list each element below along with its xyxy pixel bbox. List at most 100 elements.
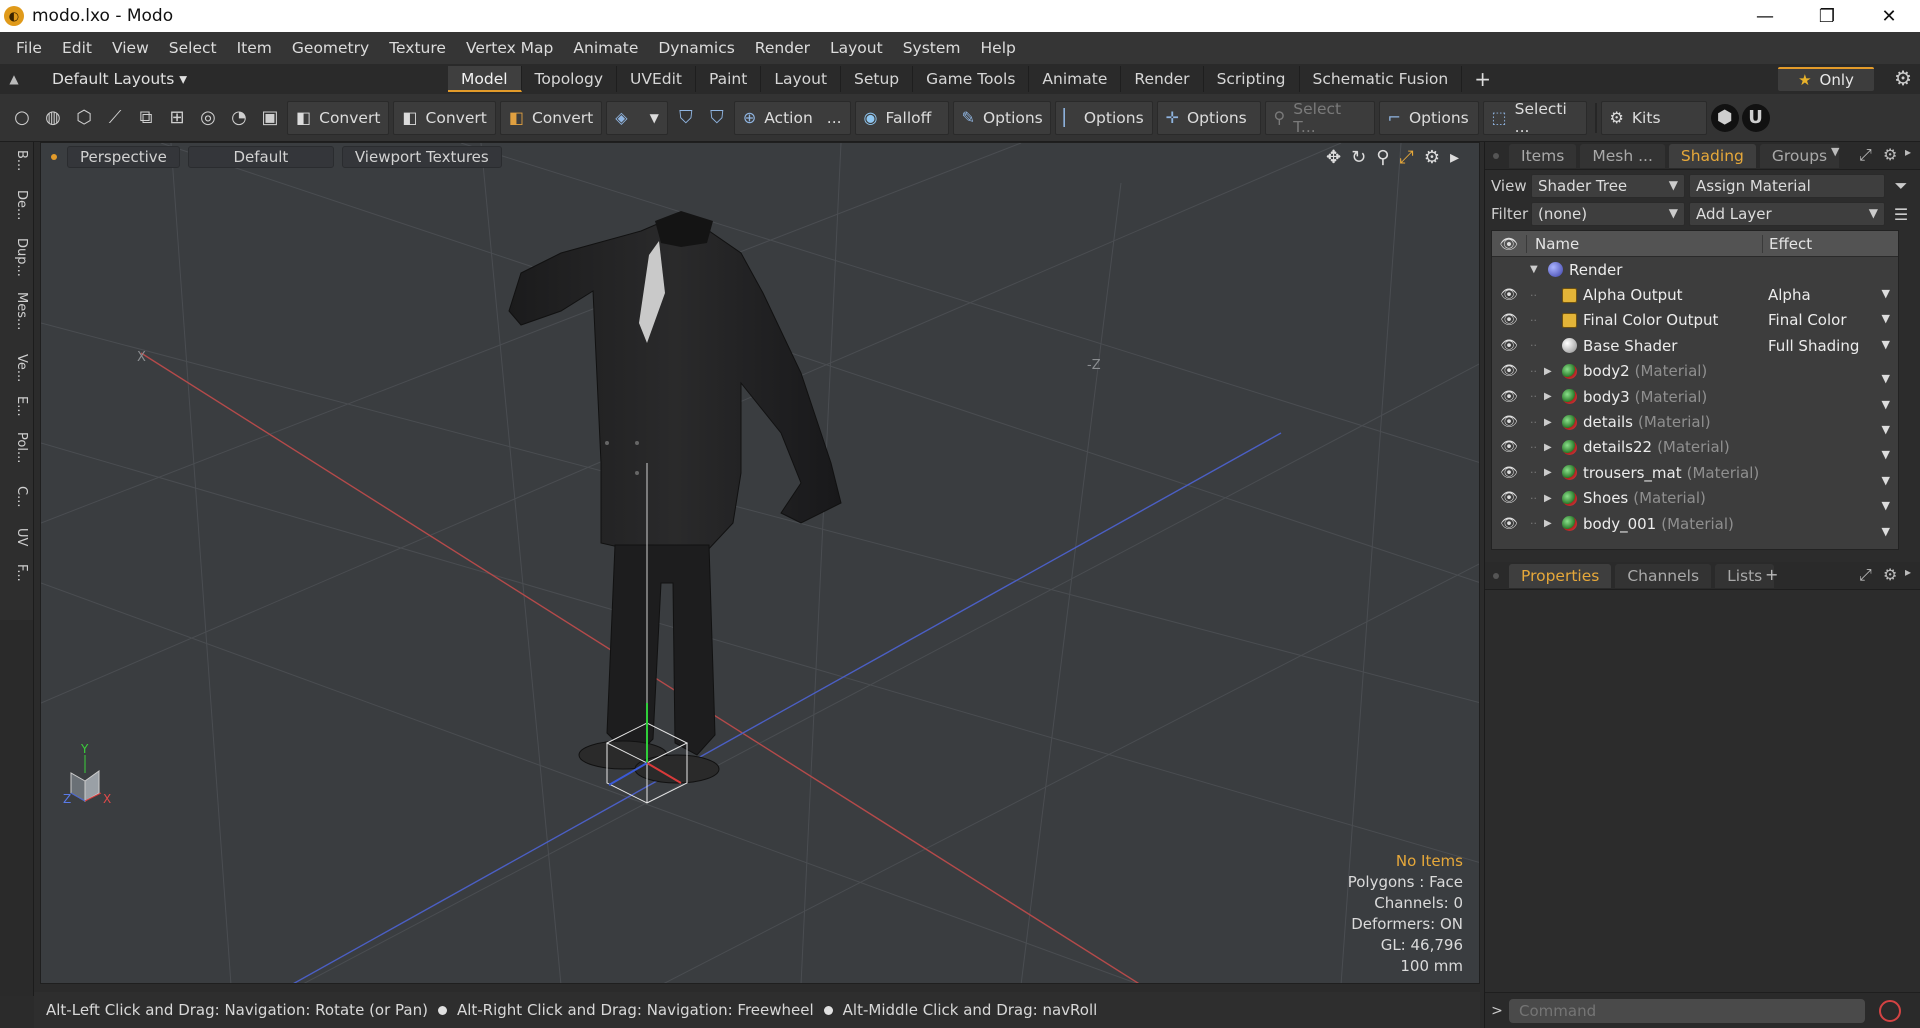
panel-menu-dot[interactable]	[1493, 572, 1499, 579]
vtab-deform[interactable]: De...	[5, 190, 29, 220]
action-center-button[interactable]: ⊕ Action...	[733, 100, 851, 135]
vtab-vertex[interactable]: Ve...	[5, 354, 29, 382]
panel-arrow-icon[interactable]: ▸	[1905, 565, 1911, 579]
close-button[interactable]: ✕	[1858, 0, 1920, 32]
menu-geometry[interactable]: Geometry	[282, 39, 379, 57]
shader-tree-row[interactable]: 👁 ·· ▶ details22 (Material) ▼	[1492, 435, 1898, 461]
vtab-edge[interactable]: E...	[5, 396, 29, 417]
tab-render[interactable]: Render	[1121, 66, 1204, 92]
vtab-polygon[interactable]: Pol...	[5, 432, 29, 463]
visibility-eye-icon[interactable]: 👁	[1492, 465, 1526, 481]
minimize-button[interactable]: —	[1734, 0, 1796, 32]
falloff-button[interactable]: ◉ Falloff	[854, 100, 949, 135]
tab-mesh[interactable]: Mesh ...	[1580, 143, 1665, 168]
tab-groups[interactable]: Groups	[1759, 143, 1840, 168]
visibility-eye-icon[interactable]: 👁	[1492, 414, 1526, 430]
name-column-header[interactable]: Name	[1526, 234, 1762, 253]
shader-tree-row[interactable]: 👁 ·· ▶ body3 (Material) ▼	[1492, 384, 1898, 411]
filter-funnel-icon[interactable]: ⏷	[1889, 174, 1913, 198]
unity-icon[interactable]: ⬢	[1710, 103, 1739, 132]
visibility-eye-icon[interactable]: 👁	[1492, 312, 1526, 328]
shader-tree-row[interactable]: 👁 ·· Base Shader Full Shading ▼	[1492, 333, 1898, 358]
viewport-menu-dot[interactable]	[51, 154, 57, 160]
shield-alt-icon[interactable]: ⛉	[703, 104, 731, 132]
select-polygons-icon[interactable]: ⬡	[70, 104, 98, 132]
vtab-fusion[interactable]: F...	[5, 564, 29, 582]
tab-channels[interactable]: Channels	[1615, 563, 1712, 588]
panel-gear-icon[interactable]: ⚙	[1883, 145, 1897, 164]
maximize-icon[interactable]: ⤢	[1859, 565, 1872, 585]
shader-tree-row[interactable]: 👁 ·· Final Color Output Final Color ▼	[1492, 308, 1898, 333]
convert-button-2[interactable]: ◧ Convert	[393, 100, 496, 135]
assign-material-button[interactable]: Assign Material	[1689, 174, 1885, 198]
tab-model[interactable]: Model	[448, 66, 522, 92]
add-layer-dropdown[interactable]: Add Layer ▼	[1689, 202, 1885, 226]
menu-vertex-map[interactable]: Vertex Map	[456, 39, 563, 57]
chevron-down-icon[interactable]: ▼	[1831, 145, 1839, 158]
unreal-icon[interactable]: U	[1741, 103, 1770, 132]
tab-paint[interactable]: Paint	[696, 66, 762, 92]
shader-tree-row[interactable]: 👁 ·· Alpha Output Alpha ▼	[1492, 282, 1898, 307]
tab-schematic-fusion[interactable]: Schematic Fusion	[1300, 66, 1463, 92]
tab-uvedit[interactable]: UVEdit	[617, 66, 696, 92]
panel-menu-dot[interactable]	[1493, 152, 1499, 159]
tab-game-tools[interactable]: Game Tools	[913, 66, 1030, 92]
menu-help[interactable]: Help	[971, 39, 1026, 57]
chevron-down-icon[interactable]: ▼	[1882, 287, 1890, 300]
add-layout-tab-button[interactable]: +	[1462, 67, 1503, 91]
tab-topology[interactable]: Topology	[522, 66, 617, 92]
shader-tree-row[interactable]: 👁 ·· ▶ details (Material) ▼	[1492, 409, 1898, 436]
tree-options-icon[interactable]: ☰	[1889, 202, 1913, 226]
effect-column-header[interactable]: Effect	[1762, 234, 1898, 253]
visibility-eye-icon[interactable]: 👁	[1492, 490, 1526, 506]
convert-button-3[interactable]: ◧ Convert	[499, 100, 603, 135]
effect-cell[interactable]: Alpha ▼	[1762, 286, 1898, 304]
select-mode-icon[interactable]: ◔	[225, 104, 253, 132]
shader-tree-row[interactable]: 👁 ·· ▶ body2 (Material) ▼	[1492, 359, 1898, 385]
shader-tree-row[interactable]: 👁 ·· ▶ Shoes (Material) ▼	[1492, 486, 1898, 512]
options-button[interactable]: ⌐ Options	[1378, 100, 1479, 135]
expand-right-icon[interactable]: ▶	[1544, 366, 1558, 377]
workplane-options-button[interactable]: ✛ Options	[1156, 100, 1261, 135]
menu-item[interactable]: Item	[227, 39, 282, 57]
vtab-curve[interactable]: C...	[5, 486, 29, 507]
menu-view[interactable]: View	[102, 39, 159, 57]
tab-scripting[interactable]: Scripting	[1204, 66, 1300, 92]
menu-texture[interactable]: Texture	[379, 39, 456, 57]
menu-dynamics[interactable]: Dynamics	[648, 39, 744, 57]
visibility-eye-icon[interactable]: 👁	[1492, 439, 1526, 455]
expand-right-icon[interactable]: ▶	[1544, 417, 1558, 428]
view-dropdown[interactable]: Shader Tree ▼	[1531, 174, 1685, 198]
tab-properties[interactable]: Properties	[1509, 563, 1612, 588]
tab-items[interactable]: Items	[1509, 143, 1577, 168]
expand-right-icon[interactable]: ▶	[1544, 518, 1558, 529]
menu-system[interactable]: System	[893, 39, 971, 57]
tab-setup[interactable]: Setup	[841, 66, 914, 92]
collapse-up-icon[interactable]: ▲	[0, 72, 28, 86]
convert-button-1[interactable]: ◧ Convert	[287, 100, 390, 135]
restore-button[interactable]: ❐	[1796, 0, 1858, 32]
select-pivot-icon[interactable]: ⊞	[163, 104, 191, 132]
expand-right-icon[interactable]: ▶	[1544, 442, 1558, 453]
snap-options-button[interactable]: ▏ Options	[1054, 100, 1153, 135]
only-button[interactable]: ★ Only	[1778, 67, 1874, 91]
chevron-down-icon[interactable]: ▼	[1882, 338, 1890, 351]
effect-cell[interactable]: Final Color ▼	[1762, 311, 1898, 329]
expand-right-icon[interactable]: ▶	[1544, 467, 1558, 478]
symmetry-dropdown[interactable]: ◈ ▼	[606, 100, 668, 135]
tab-shading[interactable]: Shading	[1668, 143, 1756, 168]
visibility-eye-icon[interactable]: 👁	[1492, 287, 1526, 303]
zoom-icon[interactable]: ⚲	[1376, 147, 1389, 168]
vtab-duplicate[interactable]: Dup...	[5, 238, 29, 277]
panel-arrow-icon[interactable]: ▸	[1905, 145, 1911, 159]
command-input[interactable]	[1509, 998, 1865, 1023]
tab-layout[interactable]: Layout	[761, 66, 842, 92]
gear-icon[interactable]: ⚙	[1894, 66, 1912, 90]
vtab-mesh-edit[interactable]: Mes...	[5, 292, 29, 330]
fit-icon[interactable]: ⤢	[1399, 147, 1413, 168]
visibility-column-eye-icon[interactable]: 👁	[1492, 235, 1526, 253]
shader-tree-row[interactable]: 👁 ·· ▶ trousers_mat (Material) ▼	[1492, 460, 1898, 487]
falloff-options-button[interactable]: ✎ Options	[952, 100, 1051, 135]
panel-gear-icon[interactable]: ⚙	[1883, 565, 1897, 584]
expand-down-icon[interactable]: ▼	[1530, 264, 1544, 275]
